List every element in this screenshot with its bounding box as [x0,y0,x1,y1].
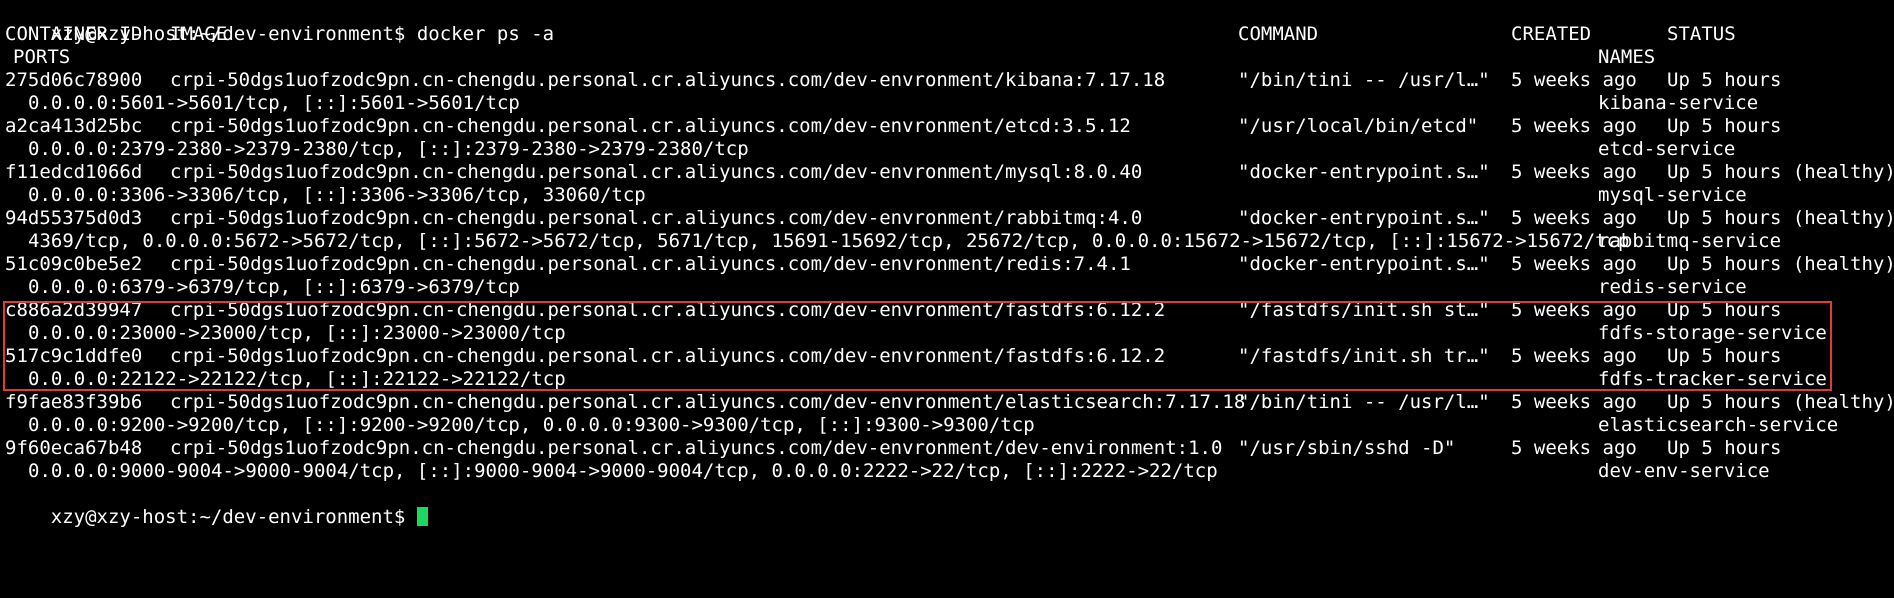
container-command: "docker-entrypoint.s…" [1238,253,1490,275]
container-status: Up 5 hours (healthy) [1667,253,1894,275]
container-status: Up 5 hours [1667,345,1782,367]
container-id: f11edcd1066d [5,161,143,183]
container-status: Up 5 hours [1667,115,1782,137]
table-row: c886a2d39947 crpi-50dgs1uofzodc9pn.cn-ch… [5,299,1885,322]
container-created: 5 weeks ago [1511,299,1637,321]
table-header: CONTAINER ID IMAGE COMMAND CREATED STATU… [5,23,1885,46]
container-ports: 0.0.0.0:9200->9200/tcp, [::]:9200->9200/… [28,414,1035,436]
container-status: Up 5 hours [1667,299,1782,321]
table-row: 275d06c78900 crpi-50dgs1uofzodc9pn.cn-ch… [5,69,1885,92]
container-status: Up 5 hours (healthy) [1667,207,1894,229]
table-row-wrap: 0.0.0.0:9000-9004->9000-9004/tcp, [::]:9… [5,460,1885,483]
container-image: crpi-50dgs1uofzodc9pn.cn-chengdu.persona… [170,161,1143,183]
table-row-wrap: 0.0.0.0:3306->3306/tcp, [::]:3306->3306/… [5,184,1885,207]
container-created: 5 weeks ago [1511,115,1637,137]
container-created: 5 weeks ago [1511,253,1637,275]
container-id: a2ca413d25bc [5,115,143,137]
container-name: redis-service [1598,276,1747,298]
container-status: Up 5 hours (healthy) [1667,161,1894,183]
table-row: 517c9c1ddfe0 crpi-50dgs1uofzodc9pn.cn-ch… [5,345,1885,368]
container-id: c886a2d39947 [5,299,143,321]
container-command: "docker-entrypoint.s…" [1238,161,1490,183]
container-created: 5 weeks ago [1511,391,1637,413]
prompt-line[interactable]: xzy@xzy-host:~/dev-environment$ [5,483,428,528]
command-line: xzy@xzy-host:~/dev-environment$ docker p… [5,0,554,45]
container-name: etcd-service [1598,138,1736,160]
container-id: f9fae83f39b6 [5,391,143,413]
container-image: crpi-50dgs1uofzodc9pn.cn-chengdu.persona… [170,253,1131,275]
container-name: kibana-service [1598,92,1759,114]
table-row: a2ca413d25bc crpi-50dgs1uofzodc9pn.cn-ch… [5,115,1885,138]
table-row: 94d55375d0d3 crpi-50dgs1uofzodc9pn.cn-ch… [5,207,1894,230]
container-ports: 0.0.0.0:22122->22122/tcp, [::]:22122->22… [28,368,566,390]
container-command: "docker-entrypoint.s…" [1238,207,1490,229]
container-created: 5 weeks ago [1511,161,1637,183]
text-cursor [416,507,428,526]
container-ports: 0.0.0.0:23000->23000/tcp, [::]:23000->23… [28,322,566,344]
container-created: 5 weeks ago [1511,207,1637,229]
table-row-wrap: 0.0.0.0:9200->9200/tcp, [::]:9200->9200/… [5,414,1885,437]
container-image: crpi-50dgs1uofzodc9pn.cn-chengdu.persona… [170,299,1166,321]
container-image: crpi-50dgs1uofzodc9pn.cn-chengdu.persona… [170,69,1166,91]
container-image: crpi-50dgs1uofzodc9pn.cn-chengdu.persona… [170,345,1166,367]
header-ports: PORTS [13,46,71,68]
container-image: crpi-50dgs1uofzodc9pn.cn-chengdu.persona… [170,391,1246,413]
table-row: 51c09c0be5e2 crpi-50dgs1uofzodc9pn.cn-ch… [5,253,1894,276]
header-names: NAMES [1598,46,1656,68]
container-id: 51c09c0be5e2 [5,253,143,275]
container-command: "/usr/sbin/sshd -D" [1238,437,1456,459]
table-row: 9f60eca67b48 crpi-50dgs1uofzodc9pn.cn-ch… [5,437,1885,460]
container-name: mysql-service [1598,184,1747,206]
prompt: xzy@xzy-host:~/dev-environment$ [50,506,417,528]
container-command: "/usr/local/bin/etcd" [1238,115,1479,137]
container-ports: 0.0.0.0:9000-9004->9000-9004/tcp, [::]:9… [28,460,1218,482]
container-name: dev-env-service [1598,460,1770,482]
container-ports: 0.0.0.0:5601->5601/tcp, [::]:5601->5601/… [28,92,520,114]
container-command: "/bin/tini -- /usr/l…" [1238,391,1490,413]
table-row: f9fae83f39b6 crpi-50dgs1uofzodc9pn.cn-ch… [5,391,1894,414]
table-row-wrap: 0.0.0.0:2379-2380->2379-2380/tcp, [::]:2… [5,138,1885,161]
container-created: 5 weeks ago [1511,437,1637,459]
terminal-window[interactable]: xzy@xzy-host:~/dev-environment$ docker p… [0,0,1894,528]
container-ports: 0.0.0.0:6379->6379/tcp, [::]:6379->6379/… [28,276,520,298]
container-status: Up 5 hours (healthy) [1667,391,1894,413]
container-ports: 0.0.0.0:2379-2380->2379-2380/tcp, [::]:2… [28,138,749,160]
table-row-wrap: 0.0.0.0:6379->6379/tcp, [::]:6379->6379/… [5,276,1885,299]
header-container-id: CONTAINER ID [5,23,143,45]
container-status: Up 5 hours [1667,69,1782,91]
table-row-wrap: 0.0.0.0:5601->5601/tcp, [::]:5601->5601/… [5,92,1885,115]
header-status: STATUS [1667,23,1736,45]
container-id: 9f60eca67b48 [5,437,143,459]
container-image: crpi-50dgs1uofzodc9pn.cn-chengdu.persona… [170,115,1131,137]
header-command: COMMAND [1238,23,1319,45]
header-created: CREATED [1511,23,1592,45]
container-id: 517c9c1ddfe0 [5,345,143,367]
table-header-wrap: PORTS NAMES [5,46,1885,69]
container-command: "/fastdfs/init.sh tr…" [1238,345,1490,367]
container-image: crpi-50dgs1uofzodc9pn.cn-chengdu.persona… [170,207,1143,229]
container-created: 5 weeks ago [1511,345,1637,367]
container-ports: 0.0.0.0:3306->3306/tcp, [::]:3306->3306/… [28,184,646,206]
container-status: Up 5 hours [1667,437,1782,459]
container-id: 94d55375d0d3 [5,207,143,229]
container-ports: 4369/tcp, 0.0.0.0:5672->5672/tcp, [::]:5… [28,230,1630,252]
table-row-wrap: 4369/tcp, 0.0.0.0:5672->5672/tcp, [::]:5… [5,230,1885,253]
container-created: 5 weeks ago [1511,69,1637,91]
container-image: crpi-50dgs1uofzodc9pn.cn-chengdu.persona… [170,437,1223,459]
container-id: 275d06c78900 [5,69,143,91]
container-name: fdfs-tracker-service [1598,368,1827,390]
container-name: elasticsearch-service [1598,414,1839,436]
container-name: fdfs-storage-service [1598,322,1827,344]
table-row-wrap: 0.0.0.0:22122->22122/tcp, [::]:22122->22… [5,368,1885,391]
container-command: "/bin/tini -- /usr/l…" [1238,69,1490,91]
container-command: "/fastdfs/init.sh st…" [1238,299,1490,321]
container-name: rabbitmq-service [1598,230,1782,252]
header-image: IMAGE [170,23,228,45]
table-row: f11edcd1066d crpi-50dgs1uofzodc9pn.cn-ch… [5,161,1894,184]
table-row-wrap: 0.0.0.0:23000->23000/tcp, [::]:23000->23… [5,322,1885,345]
